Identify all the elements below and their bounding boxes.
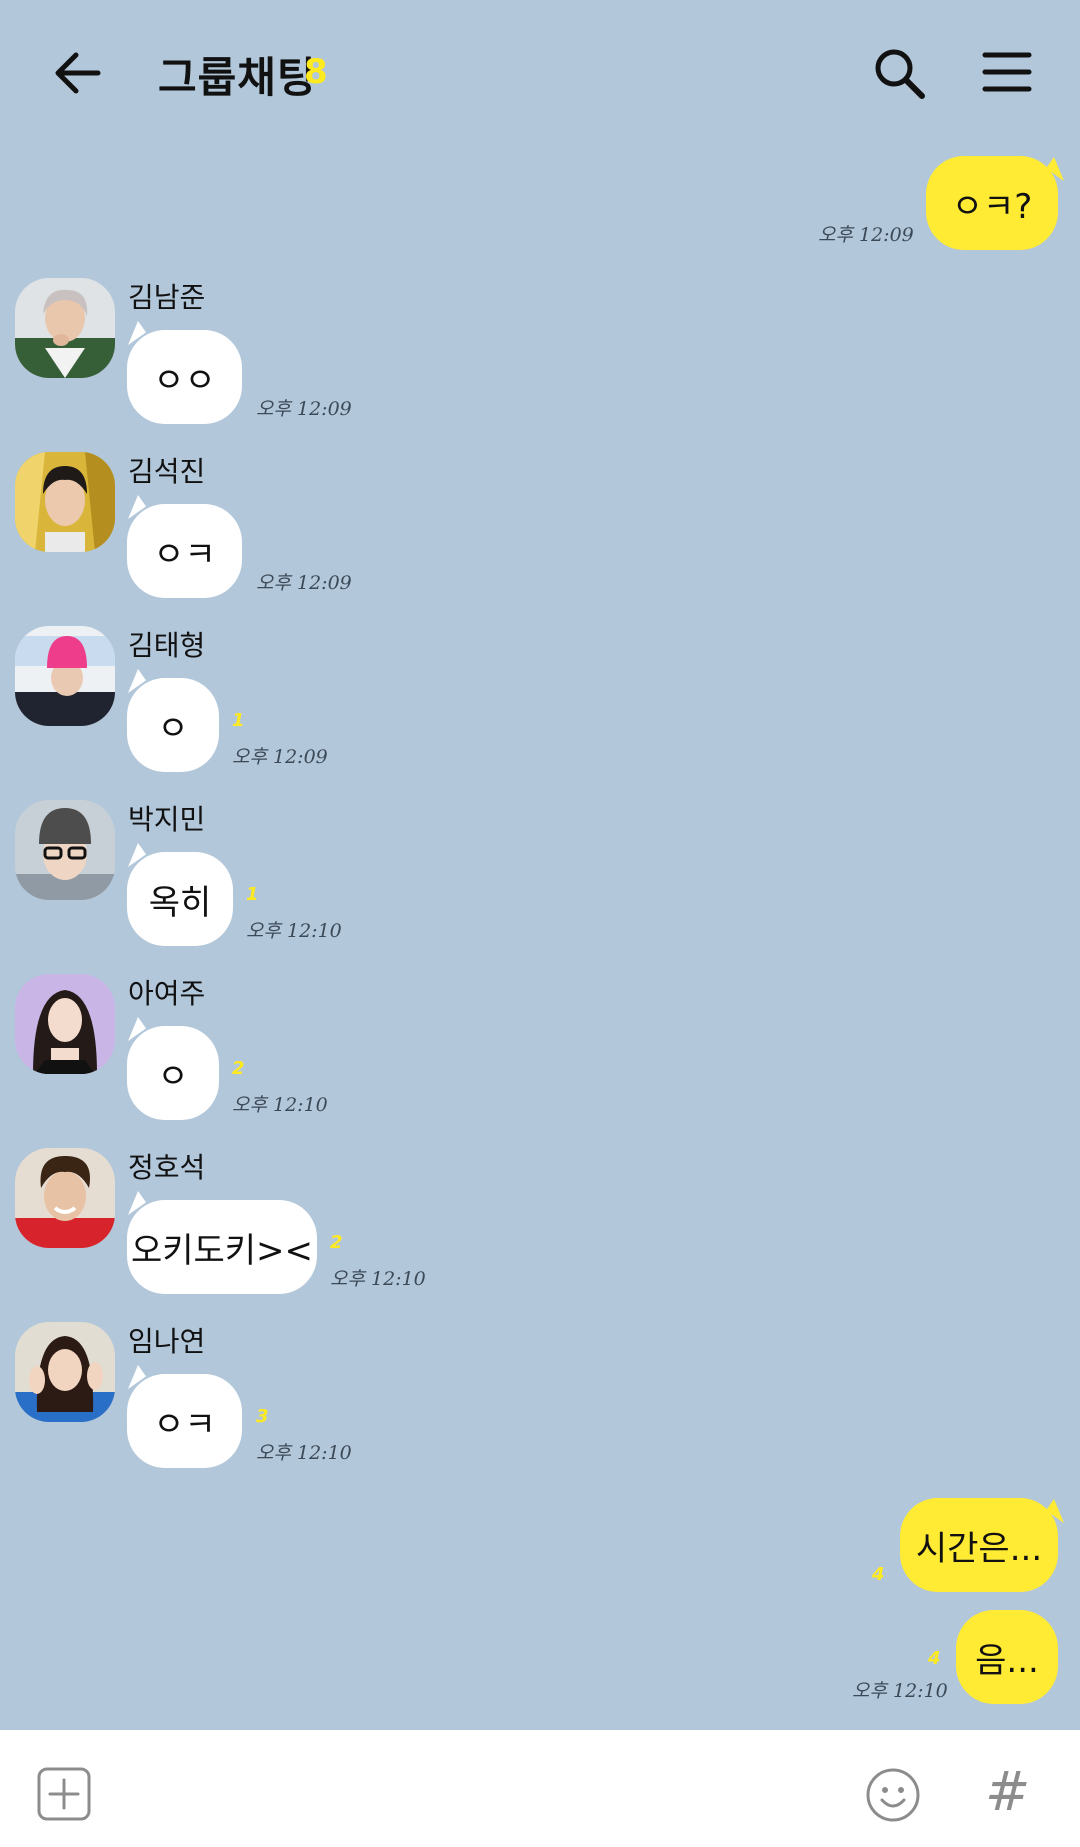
unread-count: 2 [330, 1232, 343, 1253]
message-bubble[interactable]: 오키도키>< [127, 1200, 317, 1294]
message-time: 오후 12:10 [256, 1442, 352, 1464]
unread-count: 2 [232, 1058, 245, 1079]
message-time: 오후 12:10 [852, 1680, 948, 1702]
avatar-yeoju [15, 974, 115, 1074]
message-bubble[interactable]: 옥히 [127, 852, 233, 946]
sender-name: 임나연 [128, 1325, 206, 1358]
avatar-hoseok [15, 1148, 115, 1248]
message-list[interactable]: 오후 12:09 ㅇㅋ? 김남준 ㅇㅇ 오후 12:09 김석진 ㅇㅋ 오후 1… [0, 150, 1080, 1730]
avatar[interactable] [15, 974, 115, 1074]
menu-button[interactable] [982, 50, 1032, 94]
avatar-nayeon [15, 1322, 115, 1422]
message-time: 오후 12:10 [232, 1094, 328, 1116]
message-bubble[interactable]: ㅇ [127, 1026, 219, 1120]
message-time: 오후 12:09 [256, 398, 352, 420]
attach-button[interactable] [36, 1766, 92, 1822]
member-count: 8 [304, 52, 328, 92]
message-time: 오후 12:09 [256, 572, 352, 594]
avatar[interactable] [15, 1148, 115, 1248]
avatar-namjoon [15, 278, 115, 378]
smiley-icon [866, 1768, 920, 1822]
avatar[interactable] [15, 800, 115, 900]
unread-count: 1 [232, 710, 245, 731]
message-bubble[interactable]: ㅇㅋ [127, 504, 242, 598]
sender-name: 김남준 [128, 281, 206, 314]
avatar[interactable] [15, 626, 115, 726]
avatar[interactable] [15, 278, 115, 378]
hash-icon[interactable]: # [985, 1760, 1030, 1823]
sender-name: 김석진 [128, 455, 206, 488]
avatar[interactable] [15, 452, 115, 552]
unread-count: 4 [928, 1648, 941, 1669]
chat-title: 그룹채팅 [158, 53, 317, 102]
sender-name: 정호석 [128, 1151, 206, 1184]
search-button[interactable] [872, 46, 928, 102]
back-button[interactable] [48, 44, 106, 102]
sender-name: 박지민 [128, 803, 206, 836]
unread-count: 1 [246, 884, 259, 905]
message-bubble[interactable]: ㅇㅇ [127, 330, 242, 424]
hamburger-menu-icon [982, 52, 1032, 92]
avatar-taehyung [15, 626, 115, 726]
message-bubble[interactable]: ㅇ [127, 678, 219, 772]
sender-name: 김태형 [128, 629, 206, 662]
message-bubble-mine[interactable]: ㅇㅋ? [926, 156, 1058, 250]
message-time: 오후 12:10 [246, 920, 342, 942]
avatar[interactable] [15, 1322, 115, 1422]
sender-name: 아여주 [128, 977, 206, 1010]
message-time: 오후 12:09 [818, 224, 914, 246]
unread-count: 3 [256, 1406, 269, 1427]
message-bubble[interactable]: ㅇㅋ [127, 1374, 242, 1468]
arrow-left-icon [55, 52, 101, 94]
plus-box-icon [37, 1767, 91, 1821]
unread-count: 4 [872, 1564, 885, 1585]
message-bubble-mine[interactable]: 시간은... [900, 1498, 1058, 1592]
message-bubble-mine[interactable]: 음... [956, 1610, 1058, 1704]
message-time: 오후 12:09 [232, 746, 328, 768]
chat-header: 그룹채팅 8 [0, 0, 1080, 150]
input-bar: # [0, 1730, 1080, 1847]
emoji-button[interactable] [864, 1766, 922, 1824]
avatar-jimin [15, 800, 115, 900]
search-icon [875, 49, 925, 99]
avatar-seokjin [15, 452, 115, 552]
message-time: 오후 12:10 [330, 1268, 426, 1290]
